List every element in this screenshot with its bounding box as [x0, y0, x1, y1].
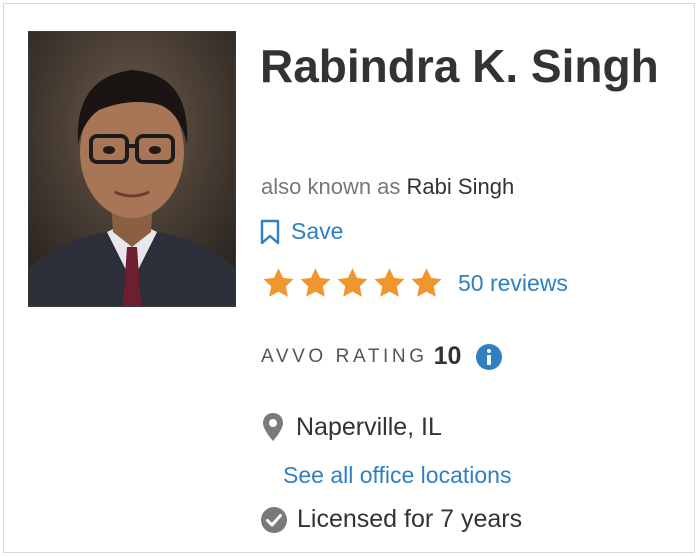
profile-photo — [28, 31, 236, 307]
avvo-rating-score: 10 — [433, 342, 462, 370]
star-icon — [300, 268, 331, 297]
office-locations-link[interactable]: See all office locations — [283, 462, 511, 489]
aka-name: Rabi Singh — [406, 174, 515, 199]
star-rating — [261, 266, 444, 301]
bookmark-icon — [260, 219, 280, 244]
save-label: Save — [291, 218, 344, 244]
check-circle-icon — [261, 506, 287, 533]
attorney-profile-card: Rabindra K. Singh also known as Rabi Sin… — [3, 3, 695, 553]
star-icon — [263, 268, 294, 297]
avvo-rating: AVVO RATING 10 — [261, 342, 503, 371]
attorney-name: Rabindra K. Singh — [260, 40, 659, 92]
star-icon — [337, 268, 368, 297]
avvo-rating-label: AVVO RATING — [261, 345, 428, 367]
map-pin-icon — [263, 413, 283, 441]
aka-prefix: also known as — [261, 174, 401, 199]
also-known-as: also known as Rabi Singh — [261, 174, 514, 200]
star-icon — [374, 268, 405, 297]
location: Naperville, IL — [262, 412, 442, 442]
info-icon[interactable] — [475, 343, 503, 371]
review-rating: 50 reviews — [261, 266, 568, 301]
save-button[interactable]: Save — [260, 218, 343, 245]
license-info: Licensed for 7 years — [260, 505, 522, 534]
reviews-link[interactable]: 50 reviews — [458, 270, 568, 297]
licensed-text: Licensed for 7 years — [297, 505, 523, 533]
location-text: Naperville, IL — [296, 412, 442, 441]
star-icon — [411, 268, 442, 297]
